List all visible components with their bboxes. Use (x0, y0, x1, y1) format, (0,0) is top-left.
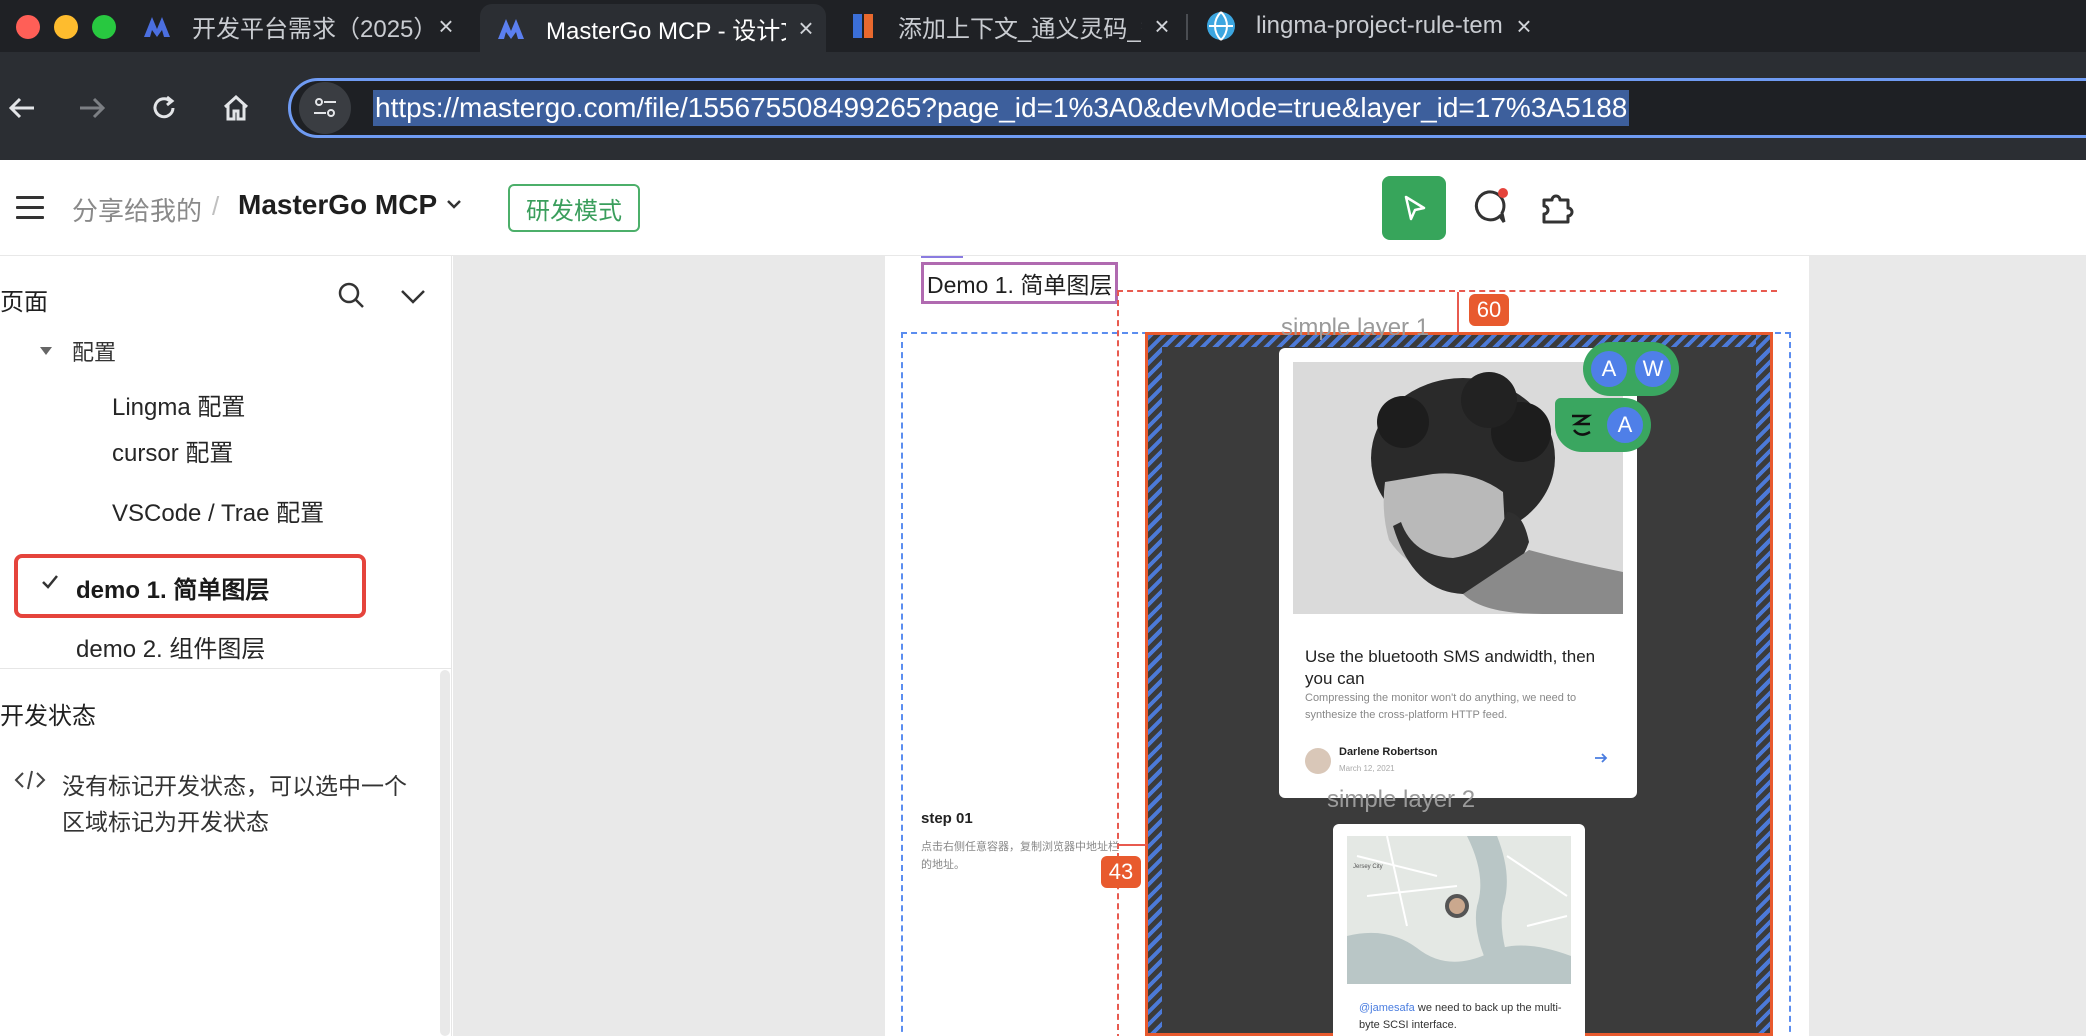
globe-icon (1204, 9, 1238, 43)
mastergo-logo-icon (140, 9, 174, 43)
site-settings-icon[interactable] (299, 82, 351, 134)
tab-lingma-docs[interactable]: 添加上下文_通义灵码_智能编码 × (832, 0, 1182, 52)
tree-item-demo2[interactable]: demo 2. 组件图层 (76, 628, 265, 664)
spacing-guide (1117, 290, 1777, 292)
tree-item-cursor[interactable]: cursor 配置 (112, 432, 233, 468)
code-icon (14, 768, 46, 792)
collaborator-avatar[interactable]: A (1605, 405, 1645, 445)
map-image: Jersey City (1347, 836, 1571, 984)
comment-text: @jamesafa we need to back up the multi-b… (1359, 1000, 1569, 1034)
tab-dev-platform[interactable]: 开发平台需求（2025）- 设计文 × (126, 0, 466, 52)
layer-label: simple layer 2 (1327, 786, 1476, 813)
tree-item-vscode-trae[interactable]: VSCode / Trae 配置 (112, 492, 324, 528)
forward-icon[interactable] (64, 80, 120, 136)
lingma-logo-icon (1561, 405, 1601, 445)
reload-icon[interactable] (136, 80, 192, 136)
address-bar[interactable]: https://mastergo.com/file/15567550849926… (288, 78, 2086, 138)
tree-item-label: demo 1. 简单图层 (76, 577, 270, 604)
tree-item-label: VSCode / Trae 配置 (112, 499, 325, 527)
user-handle[interactable]: @jamesafa (1359, 1002, 1415, 1014)
frame-title[interactable]: Demo 1. 简单图层 (921, 262, 1119, 304)
tree-group-label: 配置 (72, 340, 117, 365)
tab-close-icon[interactable]: × (1142, 11, 1182, 42)
tab-close-icon[interactable]: × (1504, 11, 1544, 42)
app-header: 分享给我的 / MasterGo MCP 研发模式 (0, 160, 2086, 256)
avatar (1305, 748, 1331, 774)
author-name: Darlene Robertson (1339, 746, 1438, 758)
tab-title: lingma-project-rule-template (1256, 12, 1504, 39)
tab-title: 添加上下文_通义灵码_智能编码 (898, 15, 1142, 43)
padding-hatch (1148, 335, 1770, 347)
mastergo-logo-icon (494, 11, 528, 45)
post-date: March 12, 2021 (1339, 764, 1395, 773)
select-tool-button[interactable] (1382, 176, 1446, 240)
book-icon (846, 9, 880, 43)
spacing-badge-top: 60 (1469, 294, 1509, 326)
chevron-down-icon[interactable] (444, 194, 464, 214)
map-card[interactable]: Jersey City @jamesafa we need to back up… (1333, 824, 1585, 1036)
window-maximize-button[interactable] (92, 15, 116, 39)
tab-mastergo-mcp[interactable]: MasterGo MCP - 设计文件 × (480, 4, 826, 52)
card-description: Compressing the monitor won't do anythin… (1305, 692, 1577, 721)
tree-item-label: cursor 配置 (112, 439, 234, 467)
left-panel: 页面 配置 Lingma 配置 cursor 配置 VSCode / Trae … (0, 256, 452, 1036)
browser-toolbar: https://mastergo.com/file/15567550849926… (0, 52, 2086, 160)
tree-item-label: Lingma 配置 (112, 393, 246, 421)
collaborator-avatar[interactable]: A (1589, 349, 1629, 389)
dev-status-message: 没有标记开发状态，可以选中一个区域标记为开发状态 (62, 773, 407, 835)
comment-icon[interactable] (1468, 186, 1512, 230)
title-underline (921, 256, 963, 258)
tab-close-icon[interactable]: × (786, 13, 826, 44)
design-canvas[interactable]: Demo 1. 简单图层 60 43 simple layer 1 Use th… (453, 256, 2086, 1036)
spacing-guide (1117, 844, 1147, 846)
file-name[interactable]: MasterGo MCP (238, 189, 437, 221)
dev-status-title: 开发状态 (0, 703, 96, 730)
padding-hatch (1148, 335, 1162, 1033)
menu-icon[interactable] (16, 196, 44, 220)
window-minimize-button[interactable] (54, 15, 78, 39)
tree-item-lingma[interactable]: Lingma 配置 (112, 386, 245, 422)
pages-title: 页面 (0, 289, 48, 316)
home-icon[interactable] (208, 80, 264, 136)
arrow-right-icon[interactable] (1593, 750, 1609, 766)
check-icon (40, 572, 60, 592)
tree-item-demo1-selected[interactable]: demo 1. 简单图层 (14, 554, 366, 618)
tree-group-config[interactable]: 配置 (40, 336, 116, 366)
tab-title: 开发平台需求（2025）- 设计文 (192, 15, 426, 43)
spacing-guide (1117, 290, 1119, 1036)
tab-close-icon[interactable]: × (426, 11, 466, 42)
plugin-icon[interactable] (1538, 186, 1578, 226)
tab-title: MasterGo MCP - 设计文件 (546, 17, 786, 45)
card-title: Use the bluetooth SMS andwidth, then you… (1305, 647, 1596, 688)
map-label: Jersey City (1353, 864, 1383, 870)
chevron-down-icon[interactable] (398, 284, 428, 308)
browser-tab-bar: 开发平台需求（2025）- 设计文 × MasterGo MCP - 设计文件 … (0, 0, 2086, 52)
cursor-arrow-icon (1404, 195, 1426, 221)
tree-item-label: demo 2. 组件图层 (76, 635, 266, 663)
tab-lingma-template[interactable]: lingma-project-rule-template × (1190, 0, 1544, 52)
step-description: 点击右侧任意容器，复制浏览器中地址栏的地址。 (921, 841, 1119, 871)
dev-mode-button[interactable]: 研发模式 (508, 184, 640, 232)
back-icon[interactable] (0, 80, 50, 136)
padding-hatch (1756, 335, 1770, 1033)
divider (0, 668, 452, 669)
spacing-guide (1457, 292, 1459, 332)
window-close-button[interactable] (16, 15, 40, 39)
collaborator-group[interactable]: A W (1583, 342, 1679, 396)
breadcrumb-separator: / (212, 191, 220, 221)
collaborator-group[interactable]: A (1555, 398, 1651, 452)
collaborator-avatar[interactable]: W (1633, 349, 1673, 389)
search-icon[interactable] (336, 280, 366, 310)
caret-down-icon[interactable] (40, 347, 52, 355)
scrollbar[interactable] (440, 670, 450, 1036)
layer-label: simple layer 1 (1281, 314, 1430, 341)
url-text[interactable]: https://mastergo.com/file/15567550849926… (373, 90, 1630, 126)
breadcrumb-shared[interactable]: 分享给我的 (72, 191, 202, 228)
step-title: step 01 (921, 810, 973, 827)
